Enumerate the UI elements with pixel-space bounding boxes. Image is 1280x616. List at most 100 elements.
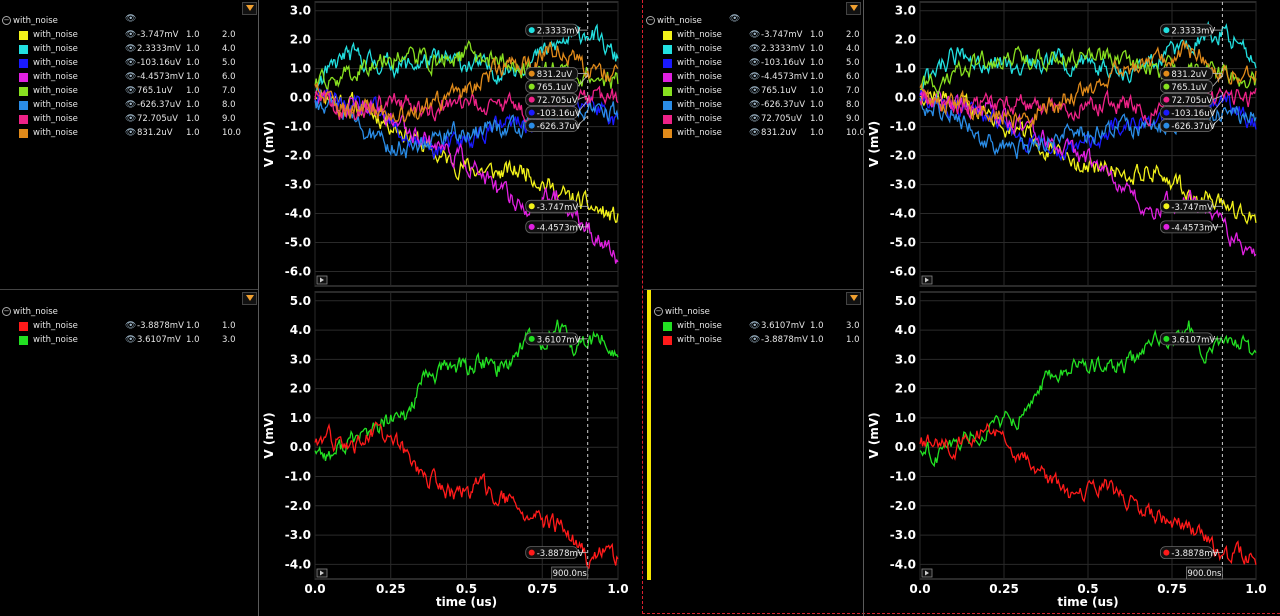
eye-icon[interactable]: 👁 [749, 333, 760, 347]
eye-icon[interactable]: 👁 [125, 98, 136, 112]
series-scale: 1.0 [186, 100, 200, 110]
y-tick-label: -4.0 [890, 557, 916, 571]
y-tick-label: 2.0 [290, 382, 311, 396]
series-scale: 1.0 [186, 128, 200, 138]
legend-group-header[interactable]: − with_noise [654, 305, 710, 319]
legend-item[interactable]: with_noise 👁 -3.8878mV 1.0 1.0 [0, 319, 258, 333]
series-index: 7.0 [846, 86, 860, 96]
collapse-icon[interactable]: − [2, 16, 11, 25]
y-tick-label: 1.0 [895, 411, 916, 425]
collapse-icon[interactable]: − [646, 16, 655, 25]
filter-icon[interactable] [242, 292, 257, 305]
filter-icon[interactable] [846, 2, 861, 15]
cursor-tag-value: -3.747mV [537, 203, 579, 213]
series-scale: 1.0 [810, 30, 824, 40]
legend-item[interactable]: with_noise 👁 -4.4573mV 1.0 6.0 [0, 70, 258, 84]
series-scale: 1.0 [186, 44, 200, 54]
series-value: 72.705uV [137, 114, 178, 124]
series-index: 6.0 [222, 72, 236, 82]
row-separator [0, 289, 258, 290]
legend-group-header[interactable]: − with_noise [2, 14, 58, 28]
y-tick-label: 1.0 [895, 62, 916, 76]
eye-icon[interactable]: 👁 [125, 14, 136, 24]
eye-icon[interactable]: 👁 [729, 14, 740, 24]
y-tick-label: -6.0 [285, 265, 311, 279]
legend-group-label: with_noise [657, 16, 702, 26]
cursor-tag-dot [1163, 203, 1170, 210]
legend-top: − with_noise 👁 with_noise 👁 -3.747mV 1.0 2.0 w… [0, 14, 258, 284]
eye-icon[interactable]: 👁 [749, 28, 760, 42]
eye-icon[interactable]: 👁 [125, 333, 136, 347]
collapse-icon[interactable]: − [2, 307, 11, 316]
cursor-tag-value: 3.6107mV [1171, 335, 1215, 345]
eye-icon[interactable]: 👁 [125, 56, 136, 70]
eye-icon[interactable]: 👁 [749, 126, 760, 140]
legend-item[interactable]: with_noise 👁 -626.37uV 1.0 8.0 [0, 98, 258, 112]
series-color-swatch [663, 31, 672, 40]
series-scale: 1.0 [810, 321, 824, 331]
eye-icon[interactable]: 👁 [125, 28, 136, 42]
y-tick-label: -3.0 [285, 528, 311, 542]
cursor-tag-value: 3.6107mV [537, 335, 581, 345]
cursor-tag-dot [528, 109, 535, 116]
legend-item[interactable]: with_noise 👁 -103.16uV 1.0 5.0 [0, 56, 258, 70]
series-color-swatch [19, 129, 28, 138]
y-tick-label: -5.0 [285, 236, 311, 250]
right-pane: − with_noise 👁 with_noise 👁 -3.747mV 1.0 2.0 w… [644, 0, 1280, 616]
series-name: with_noise [677, 335, 722, 345]
series-scale: 1.0 [186, 114, 200, 124]
eye-icon[interactable]: 👁 [749, 56, 760, 70]
filter-icon[interactable] [242, 2, 257, 15]
x-tick-label: 1.0 [607, 582, 628, 596]
legend-item[interactable]: with_noise 👁 72.705uV 1.0 9.0 [0, 112, 258, 126]
pane-divider [642, 0, 643, 614]
legend-item[interactable]: with_noise 👁 -3.747mV 1.0 2.0 [0, 28, 258, 42]
y-tick-label: 0.0 [290, 440, 311, 454]
legend-group-label: with_noise [13, 307, 58, 317]
eye-icon[interactable]: 👁 [749, 84, 760, 98]
eye-icon[interactable]: 👁 [125, 84, 136, 98]
legend-item[interactable]: with_noise 👁 3.6107mV 1.0 3.0 [0, 333, 258, 347]
series-name: with_noise [677, 100, 722, 110]
y-tick-label: -2.0 [890, 149, 916, 163]
y-tick-label: 0.0 [895, 91, 916, 105]
eye-icon[interactable]: 👁 [125, 112, 136, 126]
series-scale: 1.0 [186, 58, 200, 68]
eye-icon[interactable]: 👁 [125, 319, 136, 333]
legend-group-header[interactable]: − with_noise [2, 305, 58, 319]
legend-group-label: with_noise [13, 16, 58, 26]
cursor-tag-dot [528, 549, 535, 556]
filter-icon[interactable] [846, 292, 861, 305]
series-index: 3.0 [222, 335, 236, 345]
series-value: -103.16uV [761, 58, 806, 68]
eye-icon[interactable]: 👁 [125, 70, 136, 84]
cursor-tag-dot [528, 96, 535, 103]
cursor-tag-dot [528, 223, 535, 230]
series-index: 5.0 [846, 58, 860, 68]
row-separator [644, 289, 863, 290]
y-tick-label: 2.0 [290, 33, 311, 47]
cursor-tag-value: 72.705uV [537, 96, 578, 106]
x-axis-label: time (us) [436, 595, 497, 609]
series-color-swatch [663, 322, 672, 331]
legend-group-header[interactable]: − with_noise [646, 14, 702, 28]
y-axis-label: V (mV) [867, 121, 881, 167]
y-tick-label: -1.0 [285, 470, 311, 484]
eye-icon[interactable]: 👁 [749, 98, 760, 112]
cursor-tag-value: 2.3333mV [537, 27, 581, 37]
collapse-icon[interactable]: − [654, 307, 663, 316]
series-color-swatch [19, 73, 28, 82]
eye-icon[interactable]: 👁 [749, 70, 760, 84]
legend-item[interactable]: with_noise 👁 2.3333mV 1.0 4.0 [0, 42, 258, 56]
eye-icon[interactable]: 👁 [125, 42, 136, 56]
eye-icon[interactable]: 👁 [749, 42, 760, 56]
series-value: 831.2uV [761, 128, 797, 138]
eye-icon[interactable]: 👁 [125, 126, 136, 140]
eye-icon[interactable]: 👁 [749, 112, 760, 126]
legend-item[interactable]: with_noise 👁 765.1uV 1.0 7.0 [0, 84, 258, 98]
eye-icon[interactable]: 👁 [749, 319, 760, 333]
series-value: 2.3333mV [761, 44, 805, 54]
cursor-tag-dot [1163, 109, 1170, 116]
y-tick-label: -4.0 [285, 557, 311, 571]
legend-item[interactable]: with_noise 👁 831.2uV 1.0 10.0 [0, 126, 258, 140]
